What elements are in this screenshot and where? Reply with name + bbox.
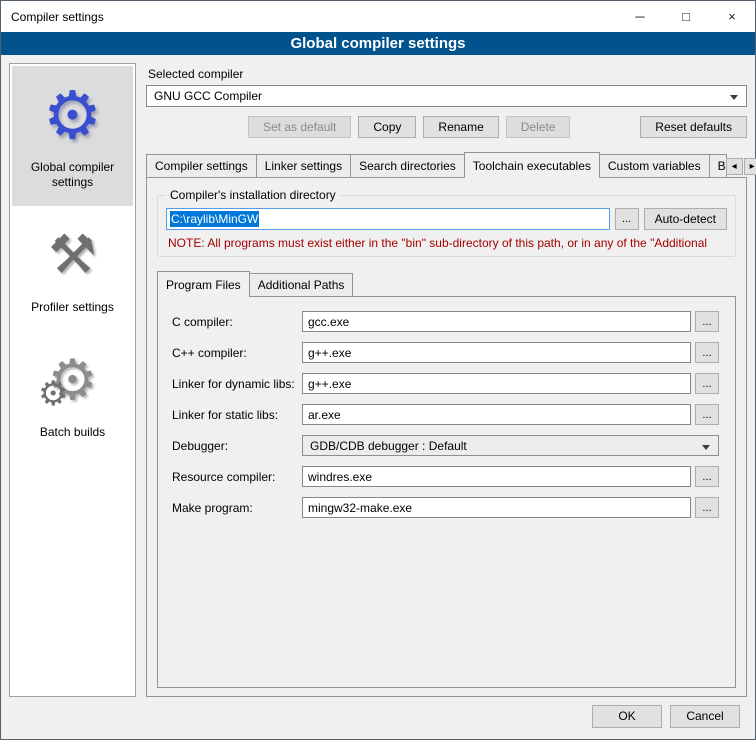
arrow-left-icon: ◂	[732, 161, 737, 172]
sidebar-icon-wrap: ⚙	[14, 76, 131, 154]
program-files-panel: C compiler: ... C++ compiler: ... Linker…	[157, 296, 736, 688]
minimize-icon: ─	[635, 9, 644, 24]
maximize-icon: □	[682, 9, 690, 24]
ok-button[interactable]: OK	[592, 705, 662, 728]
field-row-c-compiler: C compiler: ...	[172, 311, 719, 332]
compiler-actions-row: Set as default Copy Rename Delete Reset …	[146, 116, 747, 138]
resource-compiler-label: Resource compiler:	[172, 470, 302, 484]
sidebar-item-profiler-settings[interactable]: ⚒ Profiler settings	[12, 206, 133, 331]
sidebar-item-global-compiler-settings[interactable]: ⚙ Global compiler settings	[12, 66, 133, 206]
installation-directory-value: C:\raylib\MinGW	[170, 211, 259, 227]
selected-compiler-dropdown[interactable]: GNU GCC Compiler	[146, 85, 747, 107]
sidebar-item-batch-builds[interactable]: ⚙ ⚙ Batch builds	[12, 331, 133, 456]
delete-button: Delete	[506, 116, 571, 138]
cpp-compiler-label: C++ compiler:	[172, 346, 302, 360]
tab-scroll-right-button[interactable]: ▸	[744, 158, 756, 175]
field-row-dynamic-linker: Linker for dynamic libs: ...	[172, 373, 719, 394]
window-title: Compiler settings	[1, 10, 104, 24]
tab-linker-settings[interactable]: Linker settings	[256, 154, 351, 177]
tools-icon: ⚒	[48, 228, 96, 282]
sidebar-item-label: Profiler settings	[31, 300, 114, 315]
dialog-body: ⚙ Global compiler settings ⚒ Profiler se…	[1, 55, 755, 701]
program-tab-strip: Program Files Additional Paths	[157, 271, 736, 296]
titlebar-buttons: ─ □ ×	[617, 1, 755, 32]
cpp-compiler-browse-button[interactable]: ...	[695, 342, 719, 363]
field-row-debugger: Debugger: GDB/CDB debugger : Default	[172, 435, 719, 456]
field-row-resource-compiler: Resource compiler: ...	[172, 466, 719, 487]
installation-directory-group: Compiler's installation directory C:\ray…	[157, 188, 736, 257]
cpp-compiler-input[interactable]	[302, 342, 691, 363]
field-row-cpp-compiler: C++ compiler: ...	[172, 342, 719, 363]
tab-search-directories[interactable]: Search directories	[350, 154, 465, 177]
auto-detect-button[interactable]: Auto-detect	[644, 208, 727, 230]
resource-compiler-browse-button[interactable]: ...	[695, 466, 719, 487]
tab-custom-variables[interactable]: Custom variables	[599, 154, 710, 177]
make-program-label: Make program:	[172, 501, 302, 515]
titlebar[interactable]: Compiler settings ─ □ ×	[1, 1, 755, 32]
maximize-button[interactable]: □	[663, 1, 709, 32]
minimize-button[interactable]: ─	[617, 1, 663, 32]
resource-compiler-input[interactable]	[302, 466, 691, 487]
tab-additional-paths[interactable]: Additional Paths	[249, 273, 354, 296]
settings-tab-strip: Compiler settings Linker settings Search…	[146, 152, 747, 177]
rename-button[interactable]: Rename	[423, 116, 498, 138]
toolchain-executables-panel: Compiler's installation directory C:\ray…	[146, 177, 747, 697]
make-program-browse-button[interactable]: ...	[695, 497, 719, 518]
gear-icon: ⚙	[43, 82, 102, 148]
make-program-input[interactable]	[302, 497, 691, 518]
c-compiler-input[interactable]	[302, 311, 691, 332]
static-linker-input[interactable]	[302, 404, 691, 425]
chevron-down-icon	[702, 445, 710, 450]
debugger-value: GDB/CDB debugger : Default	[310, 439, 467, 453]
static-linker-browse-button[interactable]: ...	[695, 404, 719, 425]
sidebar-icon-wrap: ⚙ ⚙	[14, 341, 131, 419]
sidebar-item-label: Global compiler settings	[14, 160, 131, 190]
c-compiler-browse-button[interactable]: ...	[695, 311, 719, 332]
tab-toolchain-executables[interactable]: Toolchain executables	[464, 152, 600, 178]
static-linker-label: Linker for static libs:	[172, 408, 302, 422]
installation-directory-input[interactable]: C:\raylib\MinGW	[166, 208, 610, 230]
c-compiler-label: C compiler:	[172, 315, 302, 329]
close-icon: ×	[728, 9, 736, 24]
dialog-footer: OK Cancel	[1, 701, 755, 739]
reset-defaults-button[interactable]: Reset defaults	[640, 116, 747, 138]
gear-small-icon: ⚙	[38, 377, 68, 411]
tab-scroll-left-button[interactable]: ◂	[726, 158, 743, 175]
main-panel: Selected compiler GNU GCC Compiler Set a…	[146, 63, 747, 697]
dynamic-linker-input[interactable]	[302, 373, 691, 394]
field-row-static-linker: Linker for static libs: ...	[172, 404, 719, 425]
settings-sidebar: ⚙ Global compiler settings ⚒ Profiler se…	[9, 63, 136, 697]
tab-scrollers: ◂ ▸	[726, 158, 756, 177]
compiler-settings-dialog: Compiler settings ─ □ × Global compiler …	[0, 0, 756, 740]
dynamic-linker-label: Linker for dynamic libs:	[172, 377, 302, 391]
set-as-default-button: Set as default	[248, 116, 351, 138]
tab-build-options[interactable]: Build	[709, 154, 727, 177]
selected-compiler-value: GNU GCC Compiler	[154, 89, 262, 103]
debugger-label: Debugger:	[172, 439, 302, 453]
arrow-right-icon: ▸	[750, 161, 755, 172]
tab-compiler-settings[interactable]: Compiler settings	[146, 154, 257, 177]
cancel-button[interactable]: Cancel	[670, 705, 740, 728]
dialog-header: Global compiler settings	[1, 32, 755, 55]
debugger-dropdown[interactable]: GDB/CDB debugger : Default	[302, 435, 719, 456]
chevron-down-icon	[730, 95, 738, 100]
close-button[interactable]: ×	[709, 1, 755, 32]
bin-subdirectory-note: NOTE: All programs must exist either in …	[168, 236, 727, 250]
copy-button[interactable]: Copy	[358, 116, 416, 138]
field-row-make-program: Make program: ...	[172, 497, 719, 518]
selected-compiler-label: Selected compiler	[148, 67, 747, 81]
installation-directory-browse-button[interactable]: ...	[615, 208, 639, 230]
tab-program-files[interactable]: Program Files	[157, 271, 250, 297]
sidebar-item-label: Batch builds	[40, 425, 105, 440]
installation-directory-group-label: Compiler's installation directory	[166, 188, 340, 202]
installation-directory-row: C:\raylib\MinGW ... Auto-detect	[166, 208, 727, 230]
dynamic-linker-browse-button[interactable]: ...	[695, 373, 719, 394]
sidebar-icon-wrap: ⚒	[14, 216, 131, 294]
